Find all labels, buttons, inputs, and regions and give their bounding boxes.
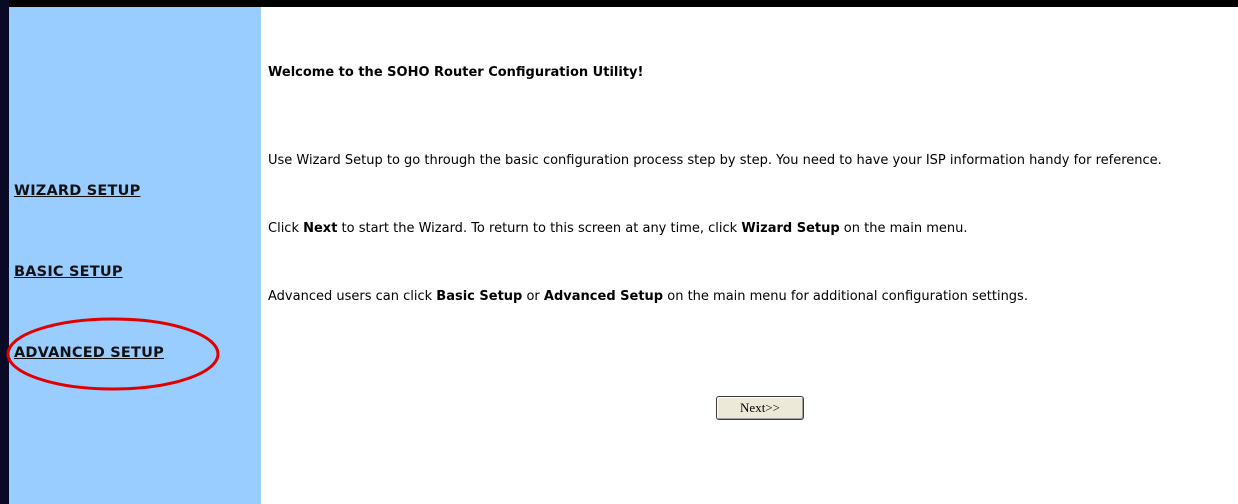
para3-text-2: or [522, 289, 544, 304]
para2-text-2: to start the Wizard. To return to this s… [337, 221, 742, 236]
para3-bold-basic-setup: Basic Setup [436, 289, 523, 304]
left-frame-border [0, 0, 9, 504]
para2-bold-wizard-setup: Wizard Setup [741, 221, 840, 236]
sidebar-item-wizard-setup[interactable]: WIZARD SETUP [14, 183, 140, 199]
intro-paragraph: Use Wizard Setup to go through the basic… [268, 153, 1162, 168]
page-title: Welcome to the SOHO Router Configuration… [268, 65, 644, 80]
para2-text-1: Click [268, 221, 304, 236]
next-instructions-paragraph: Click Next to start the Wizard. To retur… [268, 219, 1226, 239]
sidebar-menu: WIZARD SETUP BASIC SETUP ADVANCED SETUP [9, 7, 261, 504]
para3-text-3: on the main menu for additional configur… [663, 289, 1028, 304]
top-frame-border [0, 0, 1238, 7]
router-config-page: WIZARD SETUP BASIC SETUP ADVANCED SETUP … [0, 0, 1238, 504]
advanced-users-paragraph: Advanced users can click Basic Setup or … [268, 287, 1226, 307]
para2-bold-next: Next [303, 221, 338, 236]
para3-bold-advanced-setup: Advanced Setup [543, 289, 664, 304]
para2-text-3: on the main menu. [839, 221, 968, 236]
sidebar-item-basic-setup[interactable]: BASIC SETUP [14, 264, 123, 280]
para3-text-1: Advanced users can click [268, 289, 437, 304]
next-button[interactable]: Next>> [716, 396, 804, 420]
sidebar-item-advanced-setup[interactable]: ADVANCED SETUP [14, 345, 164, 361]
